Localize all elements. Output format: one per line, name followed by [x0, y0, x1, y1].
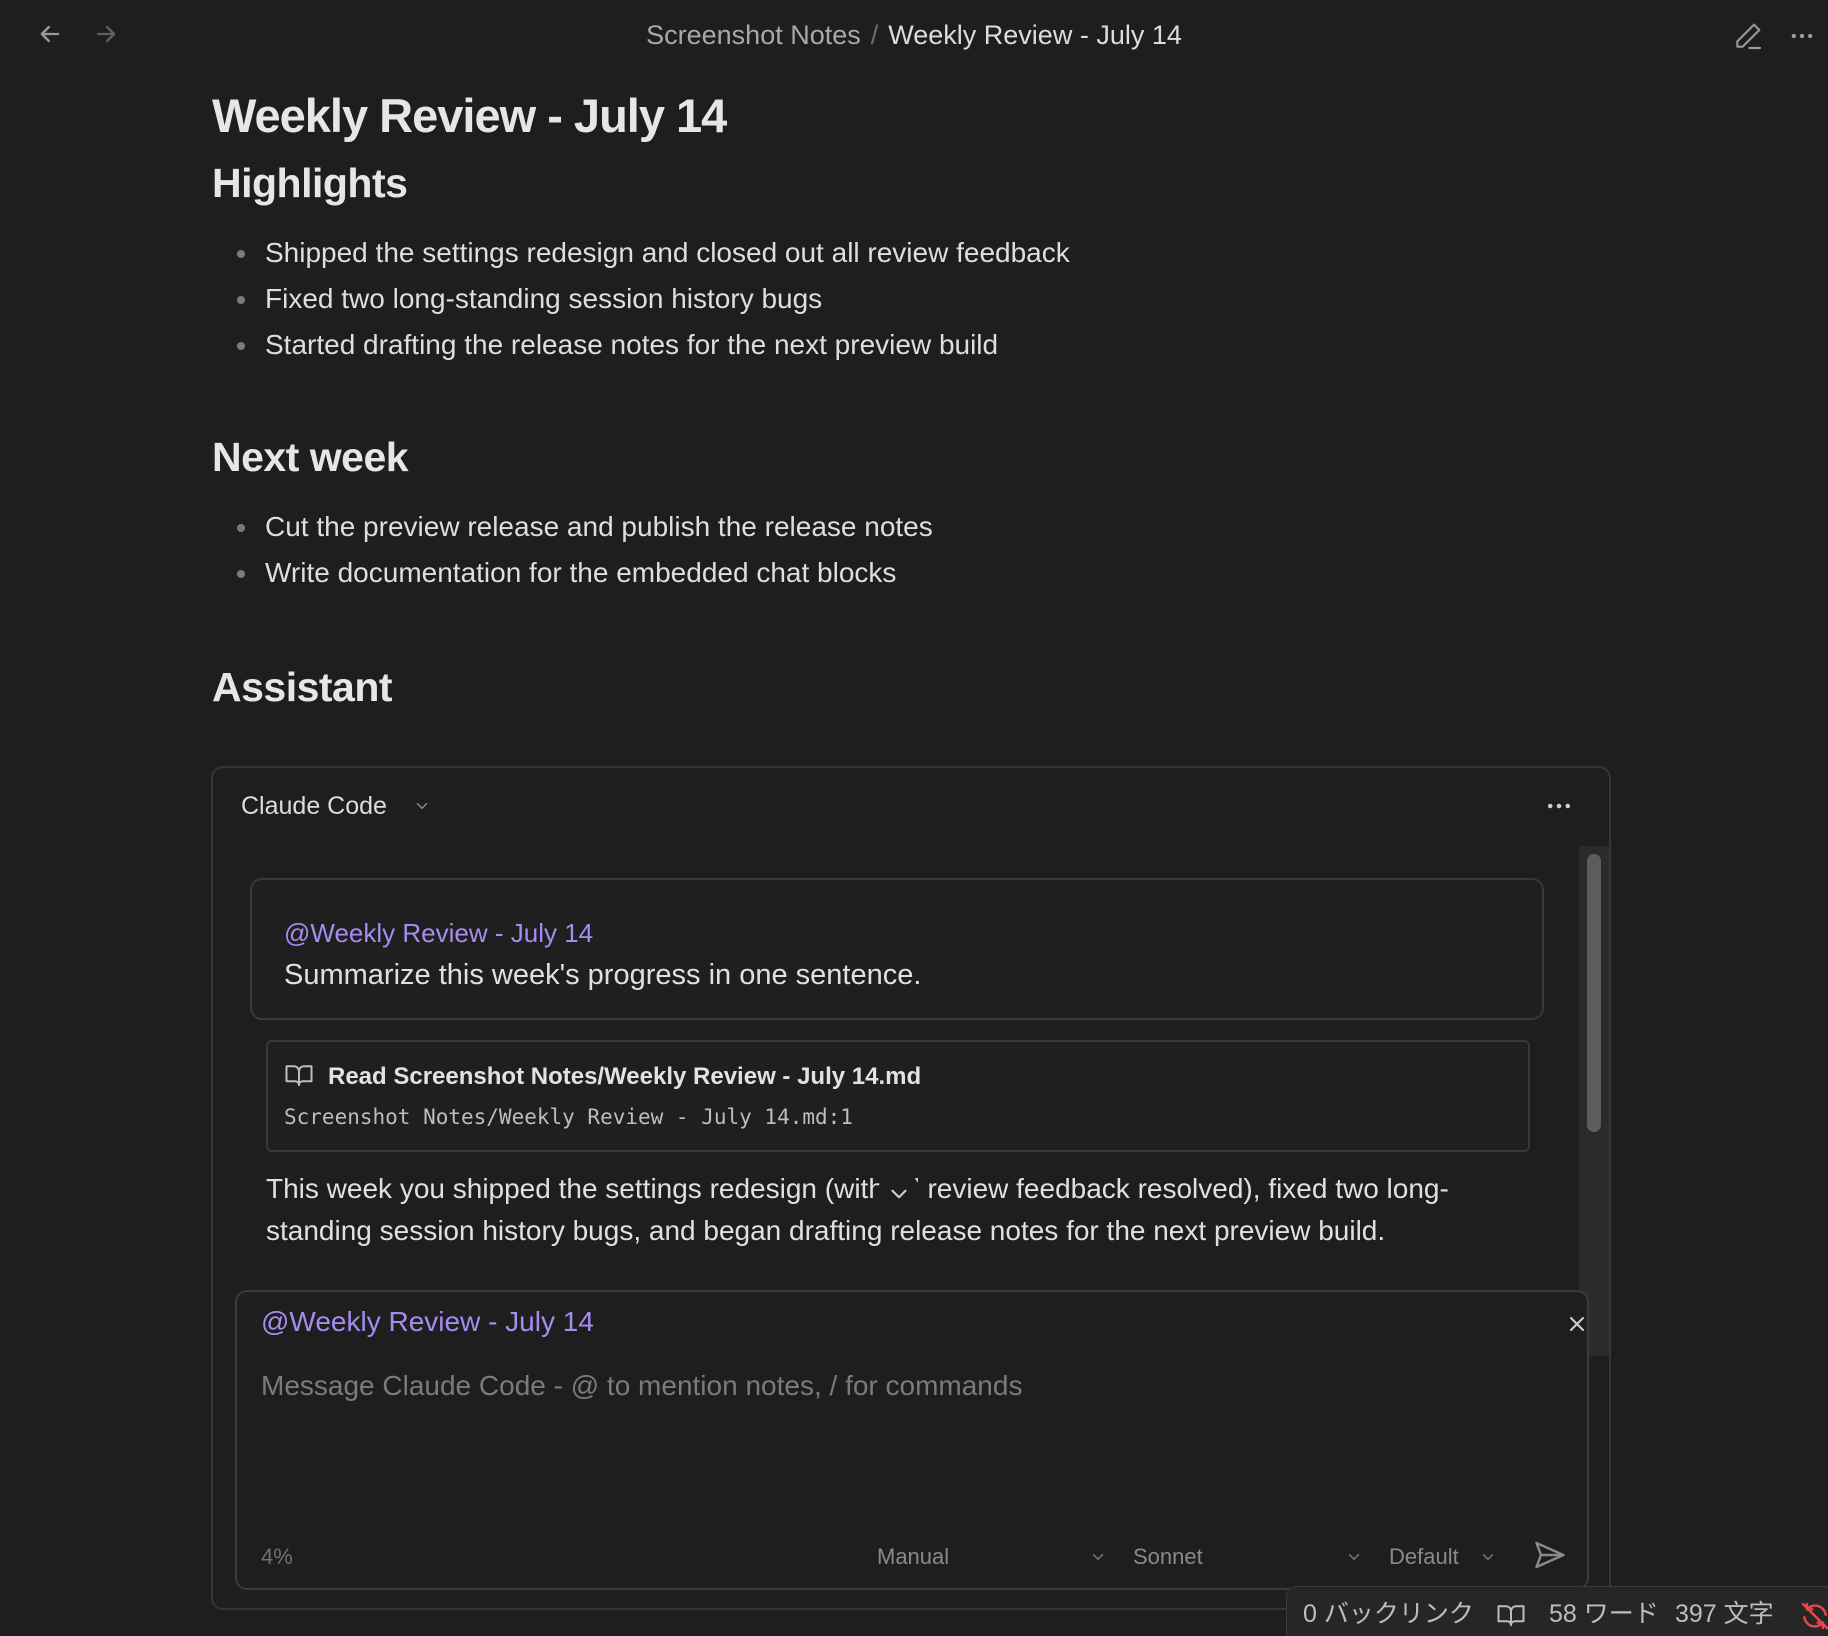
tool-call-path: Screenshot Notes/Weekly Review - July 14…: [284, 1105, 853, 1129]
heading-assistant: Assistant: [212, 664, 393, 710]
breadcrumb: Screenshot Notes / Weekly Review - July 14: [0, 17, 1828, 53]
list-item: Cut the preview release and publish the …: [237, 504, 1612, 550]
send-button[interactable]: [1527, 1532, 1573, 1578]
next-week-list: Cut the preview release and publish the …: [237, 504, 1612, 596]
model-selector[interactable]: Sonnet: [1133, 1540, 1363, 1574]
tool-call-title: Read Screenshot Notes/Weekly Review - Ju…: [328, 1063, 922, 1090]
scroll-to-bottom-button[interactable]: [877, 1172, 921, 1216]
list-item: Started drafting the release notes for t…: [237, 322, 1612, 368]
chevron-down-icon: [1092, 1554, 1104, 1560]
chevron-down-icon: [1348, 1554, 1360, 1560]
book-open-icon: [285, 1065, 313, 1086]
close-icon: [1570, 1317, 1584, 1331]
agent-name: Claude Code: [241, 792, 387, 820]
ellipsis-icon: [1791, 33, 1813, 39]
assistant-chat-block: Claude Code @Weekly Review - July 14 Sum…: [211, 766, 1611, 1610]
chevron-down-icon: [891, 1189, 907, 1199]
sync-off-icon: [1801, 1602, 1828, 1630]
list-item: Fixed two long-standing session history …: [237, 276, 1612, 322]
chevron-down-icon: [416, 803, 428, 809]
heading-highlights: Highlights: [212, 160, 408, 206]
breadcrumb-separator: /: [870, 20, 879, 50]
chat-more-button[interactable]: [1537, 786, 1581, 826]
mode-selector[interactable]: Manual: [877, 1540, 1107, 1574]
note-mention[interactable]: @Weekly Review - July 14: [284, 916, 593, 950]
message-input[interactable]: [261, 1368, 1561, 1478]
reading-mode-button[interactable]: [1493, 1599, 1529, 1631]
agent-selector[interactable]: Claude Code: [241, 790, 431, 822]
model-label: Sonnet: [1133, 1544, 1203, 1569]
edit-mode-button[interactable]: [1726, 14, 1770, 58]
chat-scrollbar-thumb[interactable]: [1587, 854, 1601, 1132]
breadcrumb-folder[interactable]: Screenshot Notes: [646, 20, 861, 50]
status-bar: 0 バックリンク 58 ワード 397 文字: [1286, 1586, 1828, 1636]
title-bar: Screenshot Notes / Weekly Review - July 14: [0, 0, 1828, 70]
context-usage: 4%: [261, 1544, 293, 1569]
chevron-down-icon: [1482, 1554, 1494, 1560]
list-item: Write documentation for the embedded cha…: [237, 550, 1612, 596]
note-content[interactable]: Weekly Review - July 14 Highlights Shipp…: [212, 84, 1612, 714]
note-title: Weekly Review - July 14: [212, 89, 727, 142]
list-item: Shipped the settings redesign and closed…: [237, 230, 1612, 276]
character-count: 397 文字: [1675, 1600, 1774, 1628]
chat-header: Claude Code: [213, 768, 1609, 844]
heading-next-week: Next week: [212, 434, 409, 480]
book-open-icon: [1497, 1605, 1525, 1626]
effort-label: Default: [1389, 1544, 1459, 1569]
message-composer: @Weekly Review - July 14 4% Manual Sonne…: [235, 1290, 1589, 1590]
more-options-button[interactable]: [1782, 14, 1822, 58]
highlights-list: Shipped the settings redesign and closed…: [237, 230, 1612, 368]
effort-selector[interactable]: Default: [1389, 1540, 1497, 1574]
ellipsis-icon: [1548, 803, 1570, 809]
send-icon: [1535, 1541, 1565, 1569]
user-message: @Weekly Review - July 14 Summarize this …: [250, 878, 1544, 1020]
word-count: 58 ワード: [1549, 1600, 1659, 1628]
pencil-icon: [1736, 23, 1762, 50]
context-note-chip[interactable]: @Weekly Review - July 14: [261, 1304, 594, 1340]
breadcrumb-current-note[interactable]: Weekly Review - July 14: [888, 20, 1182, 50]
backlinks-count[interactable]: 0 バックリンク: [1303, 1597, 1474, 1631]
tool-call-card[interactable]: Read Screenshot Notes/Weekly Review - Ju…: [266, 1040, 1530, 1152]
user-message-text: Summarize this week's progress in one se…: [284, 959, 922, 991]
mode-label: Manual: [877, 1544, 950, 1569]
remove-context-button[interactable]: [1557, 1304, 1597, 1344]
sync-status-button[interactable]: [1795, 1599, 1828, 1633]
